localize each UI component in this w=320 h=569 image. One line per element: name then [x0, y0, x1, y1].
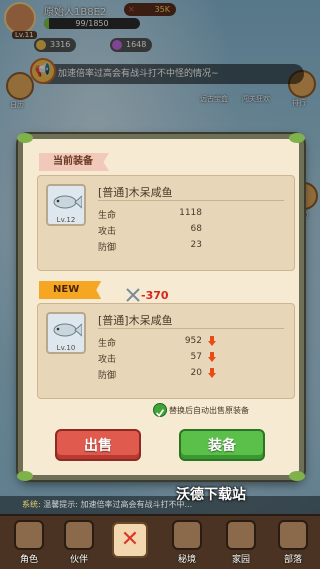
- nav-label: 部落: [283, 555, 302, 565]
- stat-label: 防御: [98, 243, 117, 253]
- nav-item-secret-realm[interactable]: 秘境: [164, 520, 210, 568]
- home-icon: [226, 520, 256, 550]
- decrease-arrow-icon: [208, 336, 216, 346]
- tribe-icon: [278, 520, 308, 550]
- stat-value: 20: [190, 368, 202, 378]
- sell-button[interactable]: 出售: [55, 429, 141, 461]
- power-change: -370: [141, 289, 169, 302]
- partner-icon: [64, 520, 94, 550]
- current-item-card: Lv.12 [普通]木呆咸鱼 生命 1118 攻击 68 防御 23: [37, 175, 295, 271]
- chat-channel: 系统:: [22, 500, 41, 509]
- equip-button[interactable]: 装备: [179, 429, 265, 461]
- stat-label: 生命: [98, 211, 117, 221]
- salted-fish-icon: [53, 323, 82, 337]
- auto-sell-label[interactable]: 替换后自动出售原装备: [169, 405, 249, 416]
- watermark-text: 沃德下载站: [176, 487, 246, 503]
- checkmark-icon: [155, 409, 165, 417]
- chat-bar[interactable]: 系统: 温馨提示: 加速倍率过高会有战斗打不中...: [0, 496, 320, 514]
- new-item-slot[interactable]: Lv.10: [46, 312, 86, 354]
- moss-decoration: [289, 133, 305, 143]
- divider: [98, 200, 284, 201]
- secret-realm-icon: [172, 520, 202, 550]
- moss-decoration: [17, 471, 33, 481]
- stat-label: 攻击: [98, 355, 117, 365]
- auto-sell-checkbox[interactable]: [153, 403, 167, 417]
- bottom-navigation: 角色 伙伴 ✕ 秘境 家园 部落: [0, 514, 320, 569]
- close-icon[interactable]: ✕: [112, 522, 148, 558]
- current-equipment-ribbon: 当前装备: [39, 153, 109, 171]
- chat-message: 温馨提示: 加速倍率过高会有战斗打不中...: [43, 500, 193, 509]
- nav-item-home[interactable]: 家园: [218, 520, 264, 568]
- current-item-level: Lv.12: [56, 216, 76, 224]
- nav-label: 伙伴: [69, 555, 88, 565]
- stat-value: 68: [190, 224, 202, 234]
- salted-fish-icon: [53, 195, 82, 209]
- new-item-card: Lv.10 [普通]木呆咸鱼 生命 952 攻击 57 防御 20: [37, 303, 295, 399]
- stat-label: 攻击: [98, 227, 117, 237]
- new-item-level: Lv.10: [56, 344, 76, 352]
- nav-item-character[interactable]: 角色: [6, 520, 52, 568]
- nav-label: 秘境: [177, 555, 196, 565]
- character-icon: [14, 520, 44, 550]
- stat-value: 57: [190, 352, 202, 362]
- new-equipment-ribbon: NEW: [39, 281, 102, 299]
- divider: [98, 328, 284, 329]
- decrease-arrow-icon: [208, 352, 216, 362]
- stat-value: 1118: [179, 208, 202, 218]
- decrease-arrow-icon: [208, 368, 216, 378]
- crossed-swords-icon: [126, 288, 140, 302]
- current-item-slot[interactable]: Lv.12: [46, 184, 86, 226]
- moss-decoration: [289, 471, 305, 481]
- nav-item-partner[interactable]: 伙伴: [56, 520, 102, 568]
- equipment-compare-dialog: 当前装备 Lv.12 [普通]木呆咸鱼 生命 1118 攻击 68 防御 23 …: [17, 133, 305, 481]
- stat-label: 防御: [98, 371, 117, 381]
- stat-label: 生命: [98, 339, 117, 349]
- current-item-name: [普通]木呆咸鱼: [98, 186, 173, 199]
- nav-label: 家园: [231, 555, 250, 565]
- stat-value: 952: [184, 336, 202, 346]
- new-item-name: [普通]木呆咸鱼: [98, 314, 173, 327]
- moss-decoration: [17, 133, 33, 143]
- nav-label: 角色: [19, 555, 38, 565]
- nav-item-tribe[interactable]: 部落: [270, 520, 316, 568]
- stat-value: 23: [190, 240, 202, 250]
